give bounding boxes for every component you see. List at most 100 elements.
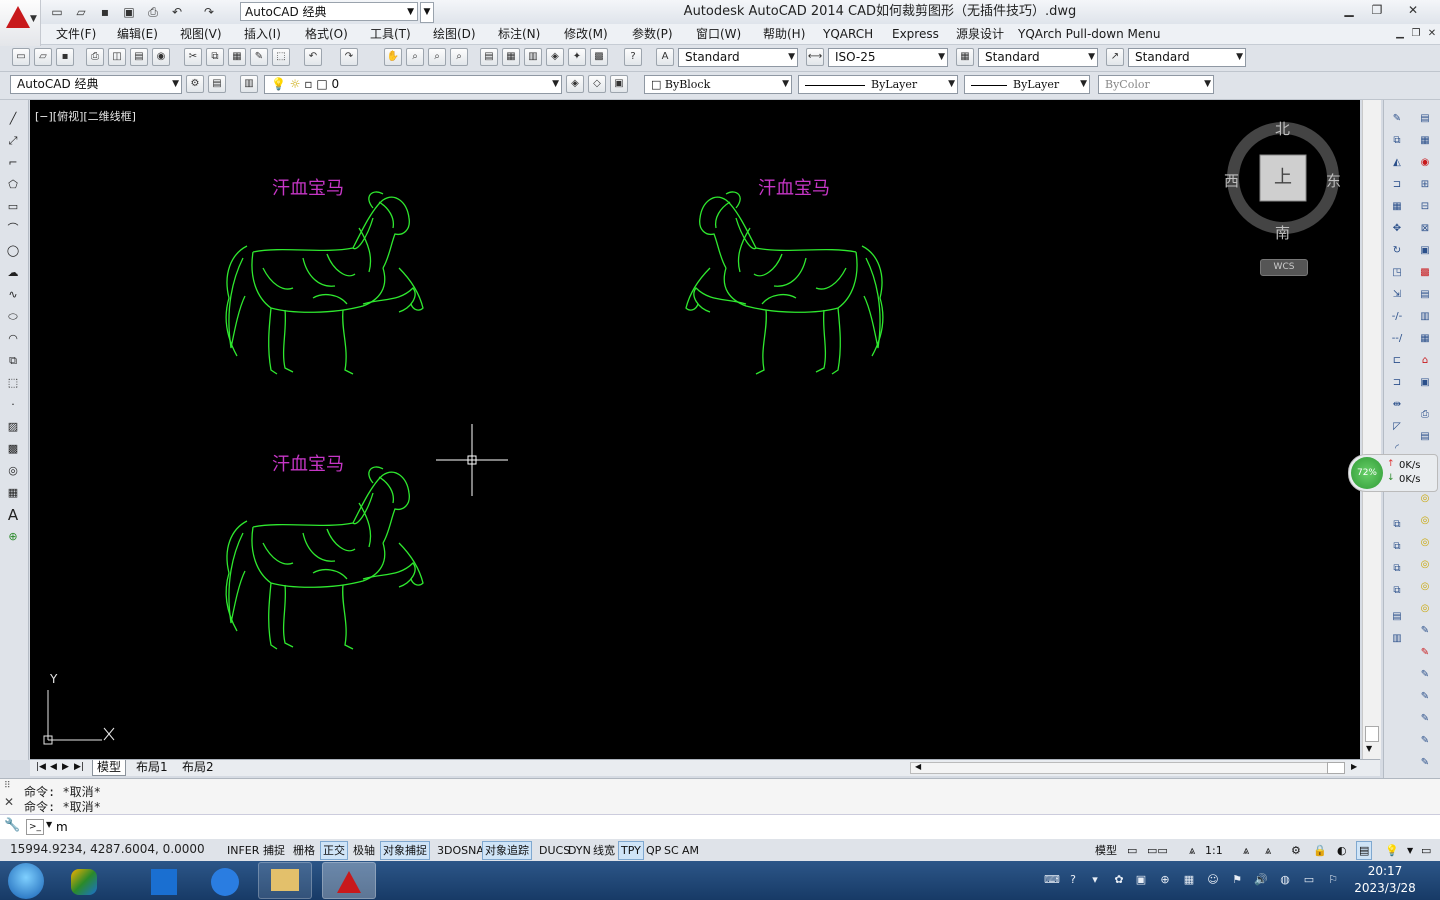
tray-flower-icon[interactable]: ✿ bbox=[1112, 873, 1126, 887]
paste-icon[interactable]: ▦ bbox=[228, 48, 246, 66]
lineweight-select[interactable]: ByLayer ▼ bbox=[964, 75, 1090, 94]
close-command-icon[interactable]: ✕ bbox=[4, 795, 14, 809]
toggle-osnap[interactable]: 对象捕捉 bbox=[380, 841, 430, 860]
print-setup-icon[interactable]: ⎙ bbox=[1416, 406, 1434, 424]
drawing-canvas[interactable]: [−][俯视][二维线框] 汗血宝马 汗血宝马 汗血宝马 上 北 南 东 西 W… bbox=[30, 100, 1360, 759]
tray-app-icon[interactable]: ▣ bbox=[1134, 873, 1148, 887]
network-icon[interactable]: ◍ bbox=[1278, 873, 1292, 887]
ellipse-arc-icon[interactable]: ◠ bbox=[4, 330, 22, 348]
plugin-1-icon[interactable]: ⊞ bbox=[1416, 176, 1434, 194]
plugin-3-icon[interactable]: ⊠ bbox=[1416, 220, 1434, 238]
vertical-scrollbar[interactable]: ▼ bbox=[1362, 100, 1381, 759]
lightbulb-icon[interactable]: 💡 bbox=[1382, 841, 1402, 860]
layer-4-icon[interactable]: ◎ bbox=[1416, 556, 1434, 574]
ellipse-icon[interactable]: ⬭ bbox=[4, 308, 22, 326]
color-select[interactable]: □ ByBlock ▼ bbox=[644, 75, 792, 94]
annotation-scale-icon[interactable]: ⩓ bbox=[1186, 841, 1198, 860]
multiline-text-icon[interactable]: A bbox=[4, 506, 22, 524]
menu-modify[interactable]: 修改(M) bbox=[564, 24, 608, 44]
network-speed-widget[interactable]: 72% ↑ ↓ 0K/s 0K/s bbox=[1348, 454, 1438, 492]
menu-draw[interactable]: 绘图(D) bbox=[433, 24, 476, 44]
quick-select-icon[interactable]: ▦ bbox=[1416, 132, 1434, 150]
keyboard-icon[interactable]: ⌨ bbox=[1044, 873, 1060, 887]
toggle-am[interactable]: AM bbox=[679, 841, 702, 860]
menu-view[interactable]: 视图(V) bbox=[180, 24, 222, 44]
copy-icon[interactable]: ⧉ bbox=[206, 48, 224, 66]
layer-9-icon[interactable]: ✎ bbox=[1416, 666, 1434, 684]
menu-yqarch[interactable]: YQARCH bbox=[823, 24, 873, 44]
print-icon[interactable]: ⎙ bbox=[144, 4, 162, 20]
dim-style-icon[interactable]: ⟷ bbox=[806, 48, 824, 66]
hardware-acceleration-icon[interactable]: ◐ bbox=[1334, 841, 1350, 860]
tab-model[interactable]: 模型 bbox=[92, 760, 127, 776]
menu-format[interactable]: 格式(O) bbox=[305, 24, 348, 44]
tray-flag-icon[interactable]: ⚑ bbox=[1230, 873, 1244, 887]
redo-icon[interactable]: ↷ bbox=[340, 48, 358, 66]
grip-icon[interactable]: ⠿ bbox=[4, 781, 11, 791]
coordinate-readout[interactable]: 15994.9234, 4287.6004, 0.0000 bbox=[10, 842, 205, 856]
hatch-back-icon[interactable]: ▥ bbox=[1388, 630, 1406, 648]
workspace-select-2[interactable]: AutoCAD 经典 ▼ bbox=[10, 75, 182, 94]
tray-grid-icon[interactable]: ▦ bbox=[1182, 873, 1196, 887]
redo-icon[interactable]: ↷ bbox=[200, 4, 218, 20]
menu-yuanquan[interactable]: 源泉设计 bbox=[956, 24, 1004, 44]
wcs-menu[interactable]: WCS bbox=[1260, 259, 1308, 276]
tab-layout2[interactable]: 布局2 bbox=[178, 760, 218, 775]
menu-express[interactable]: Express bbox=[892, 24, 939, 44]
insert-block-icon[interactable]: ⧉ bbox=[4, 352, 22, 370]
break-icon[interactable]: ⊐ bbox=[1388, 374, 1406, 392]
undo-icon[interactable]: ↶ bbox=[168, 4, 186, 20]
zoom-window-icon[interactable]: ⌕ bbox=[428, 48, 446, 66]
auto-scale-icon[interactable]: ⩓ bbox=[1262, 841, 1274, 860]
tray-expand-icon[interactable]: ▾ bbox=[1088, 873, 1102, 887]
restore-icon[interactable]: ❐ bbox=[1364, 1, 1390, 19]
start-button[interactable] bbox=[8, 863, 44, 899]
gradient-icon[interactable]: ▩ bbox=[4, 440, 22, 458]
horizontal-scrollbar[interactable]: ◀ ▶ bbox=[910, 762, 1357, 774]
extend-icon[interactable]: --/ bbox=[1388, 330, 1406, 348]
polyline-icon[interactable]: ⌐ bbox=[4, 154, 22, 172]
3d-dwf-icon[interactable]: ◉ bbox=[152, 48, 170, 66]
home-icon[interactable]: ⌂ bbox=[1416, 352, 1434, 370]
new-icon[interactable]: ▭ bbox=[12, 48, 30, 66]
tray-action-center-icon[interactable]: ⚐ bbox=[1326, 873, 1340, 887]
polygon-icon[interactable]: ⬠ bbox=[4, 176, 22, 194]
add-selected-icon[interactable]: ⊕ bbox=[4, 528, 22, 546]
layer-10-icon[interactable]: ✎ bbox=[1416, 688, 1434, 706]
trim-icon[interactable]: -/- bbox=[1388, 308, 1406, 326]
region-icon[interactable]: ◎ bbox=[4, 462, 22, 480]
scale-icon[interactable]: ◳ bbox=[1388, 264, 1406, 282]
tab-layout1[interactable]: 布局1 bbox=[132, 760, 172, 775]
command-prompt-icon[interactable]: >_ bbox=[26, 819, 44, 835]
dimension-linear-icon[interactable]: ▤ bbox=[1416, 110, 1434, 128]
layer-13-icon[interactable]: ✎ bbox=[1416, 754, 1434, 772]
draworder-icon[interactable]: ⧉ bbox=[1388, 516, 1406, 534]
layer-properties-icon[interactable]: ▥ bbox=[240, 75, 258, 93]
plugin-10-icon[interactable]: ▤ bbox=[1416, 428, 1434, 446]
gear-icon[interactable]: ⚙ bbox=[1288, 841, 1304, 860]
application-menu-button[interactable]: ▼ bbox=[0, 0, 41, 46]
circle-icon[interactable]: ◯ bbox=[4, 242, 22, 260]
chevron-down-icon[interactable]: ▼ bbox=[46, 820, 52, 829]
workspace-settings-icon[interactable]: ▤ bbox=[208, 75, 226, 93]
tray-window-icon[interactable]: ▭ bbox=[1302, 873, 1316, 887]
table-style-select[interactable]: Standard ▼ bbox=[978, 48, 1098, 67]
sheet-set-icon[interactable]: ◈ bbox=[546, 48, 564, 66]
scroll-right-icon[interactable]: ▶ bbox=[1351, 762, 1357, 771]
tool-palettes-icon[interactable]: ▥ bbox=[524, 48, 542, 66]
plotstyle-select[interactable]: ByColor ▼ bbox=[1098, 75, 1214, 94]
taskbar-app-google-icon[interactable] bbox=[58, 862, 112, 899]
erase-icon[interactable]: ✎ bbox=[1388, 110, 1406, 128]
toggle-snap[interactable]: 捕捉 bbox=[260, 841, 288, 860]
pan-icon[interactable]: ✋ bbox=[384, 48, 402, 66]
qq-icon[interactable]: ☺ bbox=[1206, 873, 1220, 887]
toggle-tpy[interactable]: TPY bbox=[618, 841, 644, 860]
clean-screen-icon[interactable]: ▭ bbox=[1418, 841, 1434, 860]
quick-view-layouts-icon[interactable]: ▭ bbox=[1124, 841, 1140, 860]
tray-plus-icon[interactable]: ⊕ bbox=[1158, 873, 1172, 887]
menu-dimension[interactable]: 标注(N) bbox=[498, 24, 540, 44]
toggle-lineweight[interactable]: 线宽 bbox=[590, 841, 618, 860]
model-space-button[interactable]: 模型 bbox=[1092, 841, 1120, 860]
viewcube-face[interactable]: 上 bbox=[1268, 160, 1298, 196]
menu-insert[interactable]: 插入(I) bbox=[244, 24, 281, 44]
